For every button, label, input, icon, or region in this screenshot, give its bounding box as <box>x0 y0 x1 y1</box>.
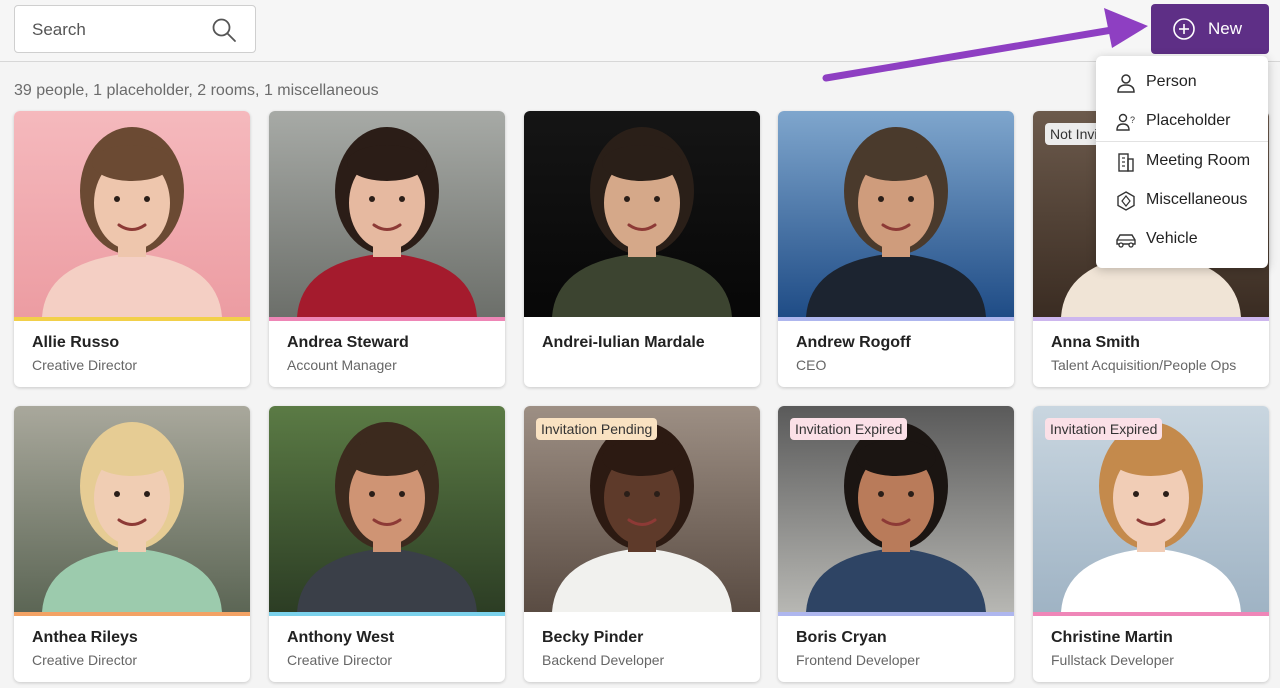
person-title: Talent Acquisition/People Ops <box>1051 357 1237 373</box>
person-card[interactable]: Invitation Expired Christine Martin Fullst… <box>1033 406 1269 682</box>
color-stripe <box>269 612 505 616</box>
person-photo <box>269 111 505 317</box>
person-photo <box>778 111 1014 317</box>
top-bar: New <box>0 0 1280 62</box>
person-name: Christine Martin <box>1051 629 1173 646</box>
color-stripe <box>1033 317 1269 321</box>
color-stripe <box>778 612 1014 616</box>
person-name: Allie Russo <box>32 334 120 351</box>
color-stripe <box>14 317 250 321</box>
person-photo <box>269 406 505 612</box>
person-title: Account Manager <box>287 357 397 373</box>
placeholder-icon: ? <box>1116 113 1135 131</box>
building-icon <box>1118 153 1134 172</box>
menu-item-person[interactable]: Person <box>1096 64 1268 102</box>
new-button-label: New <box>1208 19 1243 38</box>
menu-item-vehicle[interactable]: Vehicle <box>1096 221 1268 259</box>
person-icon <box>1117 74 1135 93</box>
svg-text:?: ? <box>1130 115 1135 125</box>
search-input[interactable] <box>32 19 212 41</box>
person-card[interactable]: Andrew Rogoff CEO <box>778 111 1014 387</box>
menu-divider <box>1096 141 1268 142</box>
photo-art <box>14 111 250 317</box>
person-title: Backend Developer <box>542 652 665 668</box>
car-icon <box>1116 234 1136 248</box>
invitation-status-badge: Not Invi <box>1045 123 1103 145</box>
person-card[interactable]: Andrea Steward Account Manager <box>269 111 505 387</box>
person-name: Anna Smith <box>1051 334 1140 351</box>
new-button[interactable]: New <box>1151 4 1269 54</box>
hexagon-icon <box>1117 191 1135 211</box>
person-name: Andrea Steward <box>287 334 409 351</box>
person-card[interactable]: Invitation Expired Boris Cryan Frontend De… <box>778 406 1014 682</box>
person-name: Becky Pinder <box>542 629 644 646</box>
person-title: Creative Director <box>287 652 393 668</box>
person-photo <box>14 111 250 317</box>
person-title: CEO <box>796 357 827 373</box>
person-card[interactable]: Allie Russo Creative Director <box>14 111 250 387</box>
person-name: Boris Cryan <box>796 629 887 646</box>
menu-item-placeholder[interactable]: ? Placeholder <box>1096 103 1268 141</box>
search-icon[interactable] <box>211 17 237 43</box>
photo-art <box>14 406 250 612</box>
person-title: Fullstack Developer <box>1051 652 1174 668</box>
plus-circle-icon <box>1173 18 1195 40</box>
menu-item-label: Placeholder <box>1146 112 1231 129</box>
menu-item-meeting-room[interactable]: Meeting Room <box>1096 143 1268 181</box>
photo-art <box>269 111 505 317</box>
color-stripe <box>14 612 250 616</box>
menu-item-label: Person <box>1146 73 1197 90</box>
person-name: Andrew Rogoff <box>796 334 911 351</box>
photo-art <box>524 111 760 317</box>
invitation-status-badge: Invitation Expired <box>1045 418 1163 440</box>
person-card[interactable]: Andrei-Iulian Mardale <box>524 111 760 387</box>
menu-item-label: Meeting Room <box>1146 152 1251 169</box>
menu-item-miscellaneous[interactable]: Miscellaneous <box>1096 182 1268 220</box>
color-stripe <box>524 317 760 321</box>
menu-item-label: Vehicle <box>1146 230 1198 247</box>
menu-item-label: Miscellaneous <box>1146 191 1248 208</box>
search-box[interactable] <box>14 5 256 53</box>
photo-art <box>269 406 505 612</box>
person-card[interactable]: Anthony West Creative Director <box>269 406 505 682</box>
color-stripe <box>1033 612 1269 616</box>
color-stripe <box>778 317 1014 321</box>
person-title: Creative Director <box>32 357 138 373</box>
person-name: Andrei-Iulian Mardale <box>542 334 705 351</box>
person-name: Anthony West <box>287 629 395 646</box>
new-menu: Person ? Placeholder Meeting Room Miscel… <box>1096 56 1268 268</box>
person-title: Creative Director <box>32 652 138 668</box>
person-name: Anthea Rileys <box>32 629 138 646</box>
invitation-status-badge: Invitation Expired <box>790 418 908 440</box>
person-photo <box>524 111 760 317</box>
person-card[interactable]: Anthea Rileys Creative Director <box>14 406 250 682</box>
photo-art <box>778 111 1014 317</box>
color-stripe <box>269 317 505 321</box>
person-card[interactable]: Invitation Pending Becky Pinder Backend De… <box>524 406 760 682</box>
people-summary: 39 people, 1 placeholder, 2 rooms, 1 mis… <box>14 82 379 99</box>
person-photo <box>14 406 250 612</box>
person-title: Frontend Developer <box>796 652 920 668</box>
invitation-status-badge: Invitation Pending <box>536 418 658 440</box>
color-stripe <box>524 612 760 616</box>
